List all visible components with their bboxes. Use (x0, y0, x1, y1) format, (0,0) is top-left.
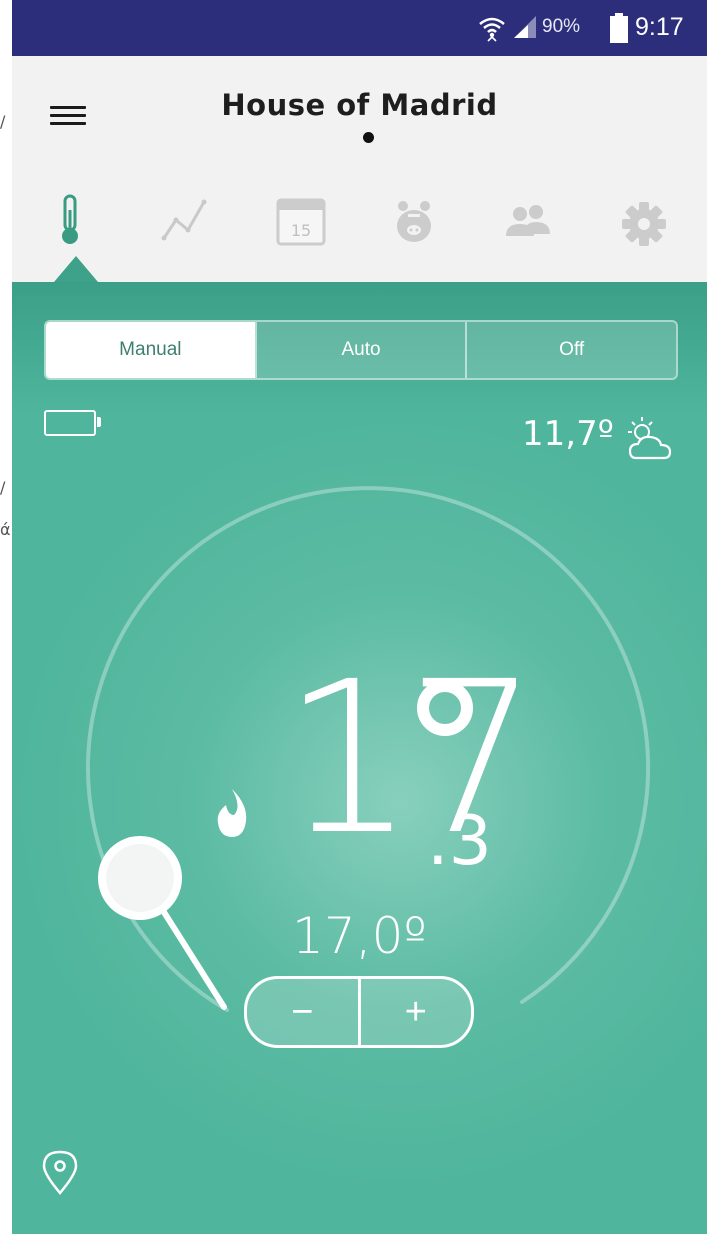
page-indicator-dot (363, 132, 374, 143)
status-bar: 90% 9:17 (12, 0, 707, 56)
chart-icon (161, 199, 207, 241)
app-frame: 90% 9:17 House of Madrid 15 Manual Auto … (12, 0, 707, 1234)
tab-savings[interactable] (384, 184, 444, 254)
flame-icon (217, 789, 247, 837)
tab-statistics[interactable] (154, 184, 214, 254)
battery-icon (610, 13, 628, 43)
battery-percent: 90% (542, 16, 581, 37)
active-tab-indicator (54, 256, 98, 282)
tab-users[interactable] (498, 184, 558, 254)
location-pin-icon[interactable] (40, 1148, 80, 1196)
increase-temp-button[interactable]: + (357, 979, 472, 1045)
tab-schedule[interactable]: 15 (270, 184, 330, 254)
thermometer-icon (62, 194, 78, 244)
page-title: House of Madrid (221, 88, 498, 122)
thermostat-panel: Manual Auto Off 11,7º 17 .3 17,0º − + (12, 282, 707, 1234)
calendar-icon: 15 (276, 198, 326, 246)
wifi-icon (479, 17, 505, 42)
menu-icon-line (50, 122, 86, 125)
temp-stepper: − + (244, 976, 474, 1048)
tab-thermostat[interactable] (40, 184, 100, 254)
status-time: 9:17 (635, 13, 684, 41)
degree-symbol (417, 680, 473, 736)
app-header: House of Madrid 15 (12, 56, 707, 282)
tab-settings[interactable] (614, 184, 674, 254)
decrease-temp-button[interactable]: − (247, 979, 358, 1045)
gear-icon (622, 202, 666, 246)
calendar-day: 15 (291, 221, 311, 240)
setpoint-temp: 17,0º (292, 907, 427, 965)
current-temp-decimal: .3 (427, 802, 492, 881)
signal-icon (514, 16, 536, 38)
piggy-bank-icon (397, 201, 431, 242)
users-icon (506, 205, 550, 236)
current-temp-value: 17 (282, 636, 539, 881)
